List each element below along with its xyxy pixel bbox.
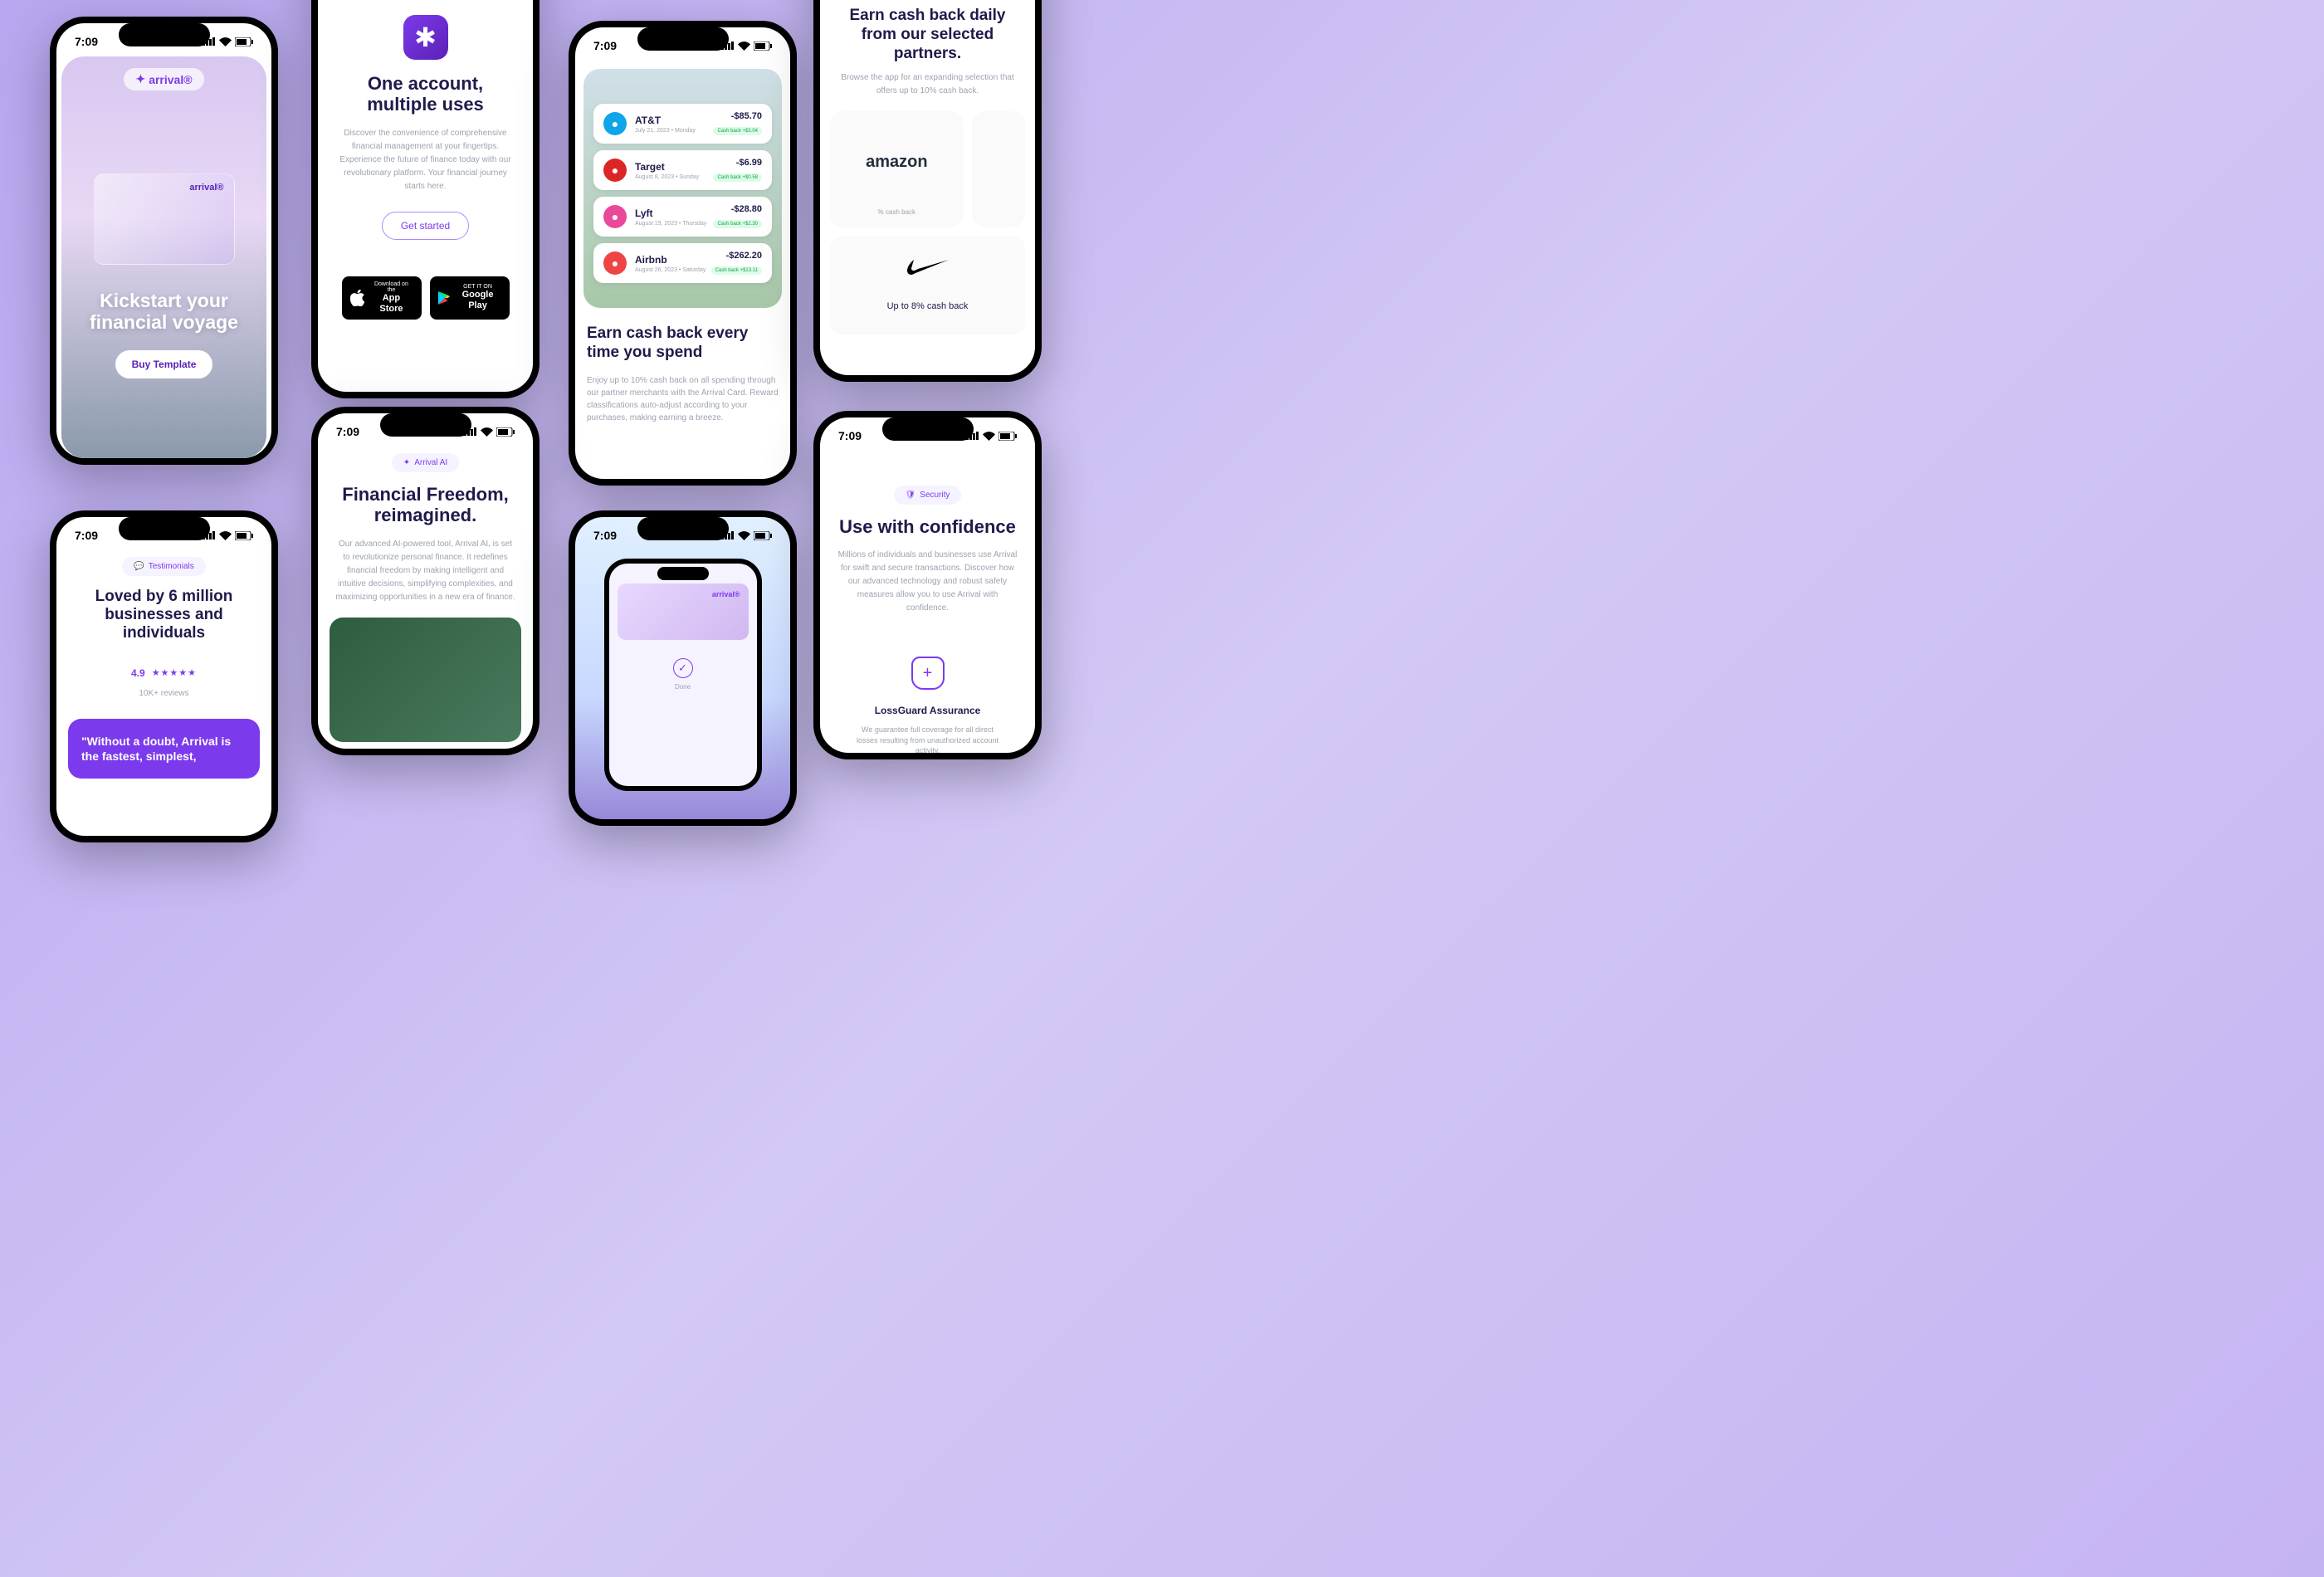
nike-logo bbox=[907, 260, 949, 275]
notch bbox=[637, 27, 729, 51]
ai-title: Financial Freedom, reimagined. bbox=[342, 484, 509, 526]
notch bbox=[119, 23, 210, 46]
phone-hero: 7:09 ✦ arrival® Kickstart your financial… bbox=[50, 17, 278, 465]
testimonials-title: Loved by 6 million businesses and indivi… bbox=[73, 588, 255, 642]
merchant-icon: ● bbox=[603, 112, 627, 135]
get-started-button[interactable]: Get started bbox=[382, 212, 469, 240]
merchant-icon: ● bbox=[603, 251, 627, 275]
phone-partners: Earn cash back daily from our selected p… bbox=[813, 0, 1042, 382]
phone-ai: 7:09 ✦ Arrival AI Financial Freedom, rei… bbox=[311, 407, 540, 755]
notch bbox=[380, 413, 471, 437]
status-time: 7:09 bbox=[75, 35, 98, 48]
feature-title: LossGuard Assurance bbox=[875, 705, 981, 716]
app-icon: ✱ bbox=[403, 15, 448, 60]
transaction-row[interactable]: ●TargetAugust 8, 2023 • Sunday-$6.99Cash… bbox=[593, 150, 772, 190]
testimonials-tag: 💬 Testimonials bbox=[122, 557, 205, 576]
amazon-logo: amazon bbox=[866, 153, 927, 172]
ai-body: Our advanced AI-powered tool, Arrival AI… bbox=[334, 538, 516, 604]
security-tag: 🛡 Security bbox=[894, 486, 962, 505]
transaction-row[interactable]: ●AirbnbAugust 26, 2023 • Saturday-$262.2… bbox=[593, 243, 772, 283]
merchant-icon: ● bbox=[603, 205, 627, 228]
partner-card[interactable] bbox=[972, 111, 1025, 227]
onboarding-body: Discover the convenience of comprehensiv… bbox=[334, 127, 516, 193]
status-icons bbox=[203, 37, 253, 46]
reviews-count: 10K+ reviews bbox=[139, 687, 188, 701]
onboarding-title: One account, multiple uses bbox=[367, 73, 484, 115]
phone-cashback: 7:09 ●AT&TJuly 21, 2023 • Monday-$85.70C… bbox=[569, 21, 797, 486]
notch bbox=[637, 517, 729, 540]
merchant-icon: ● bbox=[603, 159, 627, 182]
rating: 4.9 ★★★★★ bbox=[131, 667, 197, 679]
transaction-row[interactable]: ●AT&TJuly 21, 2023 • Monday-$85.70Cash b… bbox=[593, 104, 772, 144]
phone-onboarding: ✱ One account, multiple uses Discover th… bbox=[311, 0, 540, 398]
notch bbox=[882, 417, 974, 441]
buy-template-button[interactable]: Buy Template bbox=[115, 350, 213, 378]
partner-card-amazon[interactable]: amazon % cash back bbox=[830, 111, 964, 227]
ai-tag: ✦ Arrival AI bbox=[392, 453, 459, 472]
testimonial-card: "Without a doubt, Arrival is the fastest… bbox=[68, 719, 260, 779]
phone-security: 7:09 🛡 Security Use with confidence Mill… bbox=[813, 411, 1042, 759]
partners-title: Earn cash back daily from our selected p… bbox=[820, 7, 1035, 63]
notch bbox=[119, 517, 210, 540]
partners-body: Browse the app for an expanding selectio… bbox=[820, 63, 1035, 98]
transaction-list: ●AT&TJuly 21, 2023 • Monday-$85.70Cash b… bbox=[583, 69, 782, 308]
partner-card-nike[interactable]: Up to 8% cash back bbox=[830, 236, 1025, 335]
cashback-title: Earn cash back every time you spend bbox=[575, 325, 790, 363]
feature-body: We guarantee full coverage for all direc… bbox=[837, 725, 1018, 753]
star-icons: ★★★★★ bbox=[152, 667, 197, 678]
transaction-row[interactable]: ●LyftAugust 19, 2023 • Thursday-$28.80Ca… bbox=[593, 197, 772, 237]
app-store-button[interactable]: Download on theApp Store bbox=[342, 276, 422, 320]
hero-title: Kickstart your financial voyage bbox=[90, 290, 238, 334]
google-play-button[interactable]: GET IT ONGoogle Play bbox=[430, 276, 510, 320]
check-icon: ✓ bbox=[673, 658, 693, 678]
cashback-body: Enjoy up to 10% cash back on all spendin… bbox=[575, 374, 790, 424]
done-label: Done bbox=[609, 683, 757, 691]
shield-plus-icon: + bbox=[911, 657, 945, 690]
nested-brand: arrival® bbox=[712, 590, 740, 598]
phone-testimonials: 7:09 💬 Testimonials Loved by 6 million b… bbox=[50, 510, 278, 842]
security-body: Millions of individuals and businesses u… bbox=[837, 549, 1018, 615]
ai-photo bbox=[330, 618, 521, 742]
nested-phone: arrival® ✓ Done bbox=[604, 559, 762, 791]
brand-pill: ✦ arrival® bbox=[124, 68, 203, 90]
card-visual bbox=[94, 173, 235, 265]
phone-nested: 7:09 arrival® ✓ Done bbox=[569, 510, 797, 826]
security-title: Use with confidence bbox=[839, 516, 1016, 537]
